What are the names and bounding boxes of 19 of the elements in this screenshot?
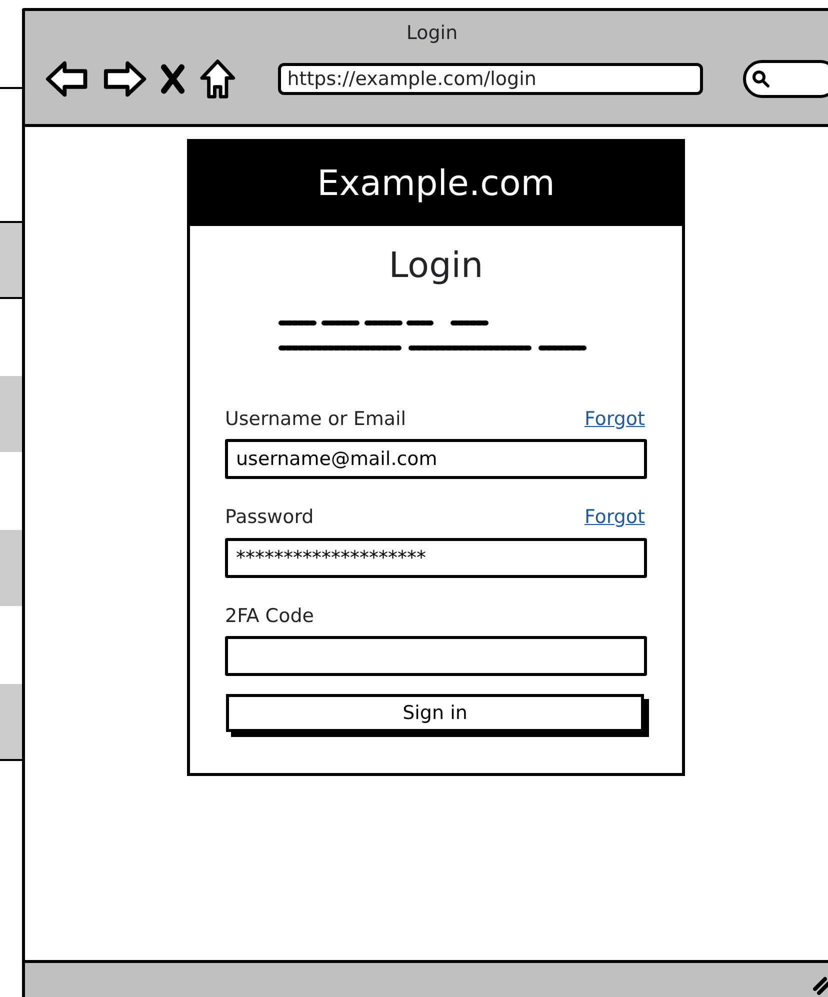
input-field[interactable]: ******************** (225, 538, 647, 578)
search-icon (752, 70, 770, 88)
resize-grip-icon[interactable] (813, 975, 828, 995)
forgot-link[interactable]: Forgot (584, 503, 645, 532)
search-field[interactable] (742, 60, 828, 98)
field-label: 2FA Code (225, 604, 314, 628)
forgot-link[interactable]: Forgot (584, 404, 645, 433)
address-field[interactable]: https://example.com/login (278, 62, 703, 94)
close-icon[interactable] (161, 64, 185, 94)
window-title: Login (406, 21, 458, 46)
site-header: Example.com (190, 142, 682, 226)
field-label: Username or Email (225, 406, 406, 432)
forward-icon[interactable] (102, 58, 148, 98)
input-field[interactable] (225, 636, 647, 676)
home-icon[interactable] (198, 58, 236, 100)
input-field[interactable]: username@mail.com (225, 439, 647, 479)
field-label: Password (225, 505, 314, 530)
back-icon[interactable] (45, 58, 88, 98)
login-heading: Login (388, 245, 484, 288)
